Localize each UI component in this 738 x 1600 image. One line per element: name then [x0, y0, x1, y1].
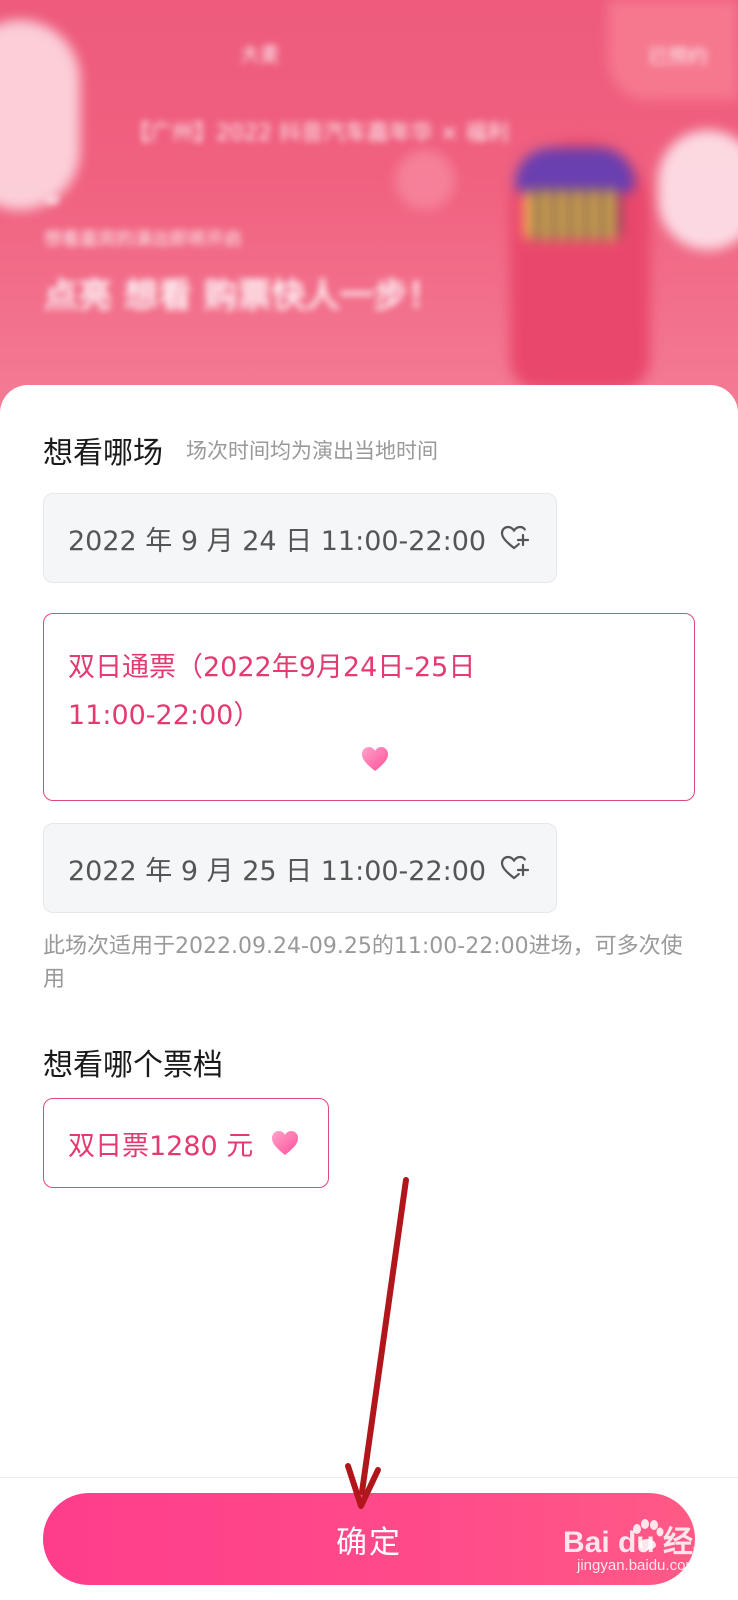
watermark-main: Bai du 经验: [563, 1526, 724, 1559]
banner-subtitle: 想看嘉宾的演出即将开启: [44, 229, 242, 250]
heart-plus-icon: [500, 525, 529, 550]
session-option-label-line2: 11:00-22:00）: [68, 700, 261, 731]
session-option-label: 2022 年 9 月 24 日 11:00-22:00: [68, 525, 487, 557]
baidu-watermark: Bai du 经验 jingyan.baidu.com: [563, 1517, 728, 1587]
session-option-label-line1: 双日通票（2022年9月24日-25日: [68, 652, 476, 683]
session-option-sep24[interactable]: 2022 年 9 月 24 日 11:00-22:00: [43, 493, 557, 583]
heart-plus-icon: [500, 855, 529, 880]
ticket-option-label: 双日票1280 元: [68, 1130, 254, 1162]
heart-filled-icon: [362, 747, 388, 771]
session-option-label: 2022 年 9 月 25 日 11:00-22:00: [68, 855, 487, 887]
session-section-title: 想看哪场: [43, 436, 163, 471]
banner-logo: 大麦: [240, 42, 280, 66]
ticket-option-double-day[interactable]: 双日票1280 元: [43, 1098, 329, 1188]
quote-mark: “: [44, 192, 62, 222]
ticket-section-title: 想看哪个票档: [43, 1048, 223, 1083]
banner-art: [0, 0, 738, 420]
event-title: 【广州】2022 抖音汽车嘉年华 × 福利: [128, 121, 510, 146]
session-section-hint: 场次时间均为演出当地时间: [186, 439, 438, 463]
event-banner: 大麦 已预约 【广州】2022 抖音汽车嘉年华 × 福利 “ 想看嘉宾的演出即将…: [0, 0, 738, 420]
session-option-sep25[interactable]: 2022 年 9 月 25 日 11:00-22:00: [43, 823, 557, 913]
heart-filled-icon: [272, 1131, 298, 1155]
footer-divider: [0, 1477, 738, 1478]
watermark-sub: jingyan.baidu.com: [577, 1557, 698, 1574]
banner-slogan: 点亮 想看 购票快人一步！: [44, 276, 442, 316]
banner-status: 已预约: [648, 44, 708, 68]
session-option-double-day[interactable]: 双日通票（2022年9月24日-25日 11:00-22:00）: [43, 613, 695, 801]
session-usage-note: 此场次适用于2022.09.24-09.25的11:00-22:00进场，可多次…: [43, 934, 683, 992]
